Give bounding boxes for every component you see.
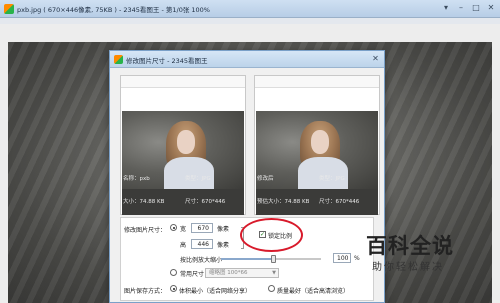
dialog-close-icon[interactable]: ✕ [370, 54, 381, 64]
dialog-titlebar[interactable]: 修改图片尺寸 - 2345看图王 ✕ [110, 51, 384, 68]
scale-label: 按比例放大缩小 [180, 257, 223, 264]
chevron-down-icon: ▼ [272, 270, 276, 276]
height-unit: 像素 [217, 242, 230, 249]
pin-icon[interactable]: ▾ [440, 3, 452, 14]
resized-label: 修改后 [257, 176, 274, 182]
width-label: 宽 [180, 226, 187, 233]
photo-face [177, 130, 195, 154]
window-controls: ▾ – □ ✕ [440, 3, 497, 14]
width-unit: 像素 [217, 226, 230, 233]
scale-slider[interactable] [221, 255, 321, 263]
save-best-radio[interactable] [268, 285, 275, 292]
height-label: 高 [180, 242, 187, 249]
viewer-titlebar: pxb.jpg ( 670×446像素, 75KB ) - 2345看图王 - … [0, 0, 500, 18]
width-input[interactable]: 670 [191, 223, 213, 233]
dialog-app-icon [114, 55, 123, 64]
highlight-ellipse [240, 218, 303, 252]
dialog-title: 修改图片尺寸 - 2345看图王 [126, 57, 208, 65]
meta-row-name: 名称：pxb 类型：JPG [123, 173, 243, 183]
maximize-icon[interactable]: □ [470, 3, 482, 14]
resized-type: 类型：JPG [319, 176, 345, 182]
common-size-value: 缩略图 100*66 [209, 270, 248, 276]
save-smallest-radio[interactable] [170, 285, 177, 292]
preview-header [121, 76, 245, 88]
minimize-icon[interactable]: – [455, 3, 467, 14]
save-smallest-label: 体积最小（适合网络分享） [179, 288, 252, 295]
meta-row-size: 大小：74.88 KB 尺寸：670*446 [123, 196, 243, 206]
custom-size-radio[interactable] [170, 224, 177, 231]
original-size: 大小：74.88 KB [123, 199, 165, 205]
height-input[interactable]: 446 [191, 239, 213, 249]
meta-row-name: 修改后 类型：JPG [257, 173, 377, 183]
common-size-select[interactable]: 缩略图 100*66 ▼ [205, 268, 279, 278]
common-size-radio[interactable] [170, 269, 177, 276]
original-dimensions: 尺寸：670*446 [185, 199, 226, 205]
viewer-title: pxb.jpg ( 670×446像素, 75KB ) - 2345看图王 - … [17, 6, 210, 14]
scale-input[interactable]: 100 [333, 253, 351, 263]
original-type: 类型：JPG [185, 176, 211, 182]
resize-dialog: 修改图片尺寸 - 2345看图王 ✕ 名称：pxb 类型：JPG 大小：74.8… [109, 50, 385, 303]
watermark-title: 百科全说 [366, 234, 454, 258]
scale-slider-fill [221, 258, 273, 260]
original-preview: 名称：pxb 类型：JPG 大小：74.88 KB 尺寸：670*446 [120, 75, 246, 215]
preview-header [255, 76, 379, 88]
resized-size: 预估大小：74.88 KB [257, 199, 310, 205]
app-logo-icon [4, 4, 14, 14]
original-name: 名称：pxb [123, 176, 150, 182]
scale-unit: % [354, 255, 360, 262]
meta-row-size: 预估大小：74.88 KB 尺寸：670*446 [257, 196, 377, 206]
photo-face [311, 130, 329, 154]
scale-slider-thumb[interactable] [271, 255, 276, 263]
save-best-label: 质量最好（适合高清浏览） [277, 288, 350, 295]
watermark-subtitle: 助你轻松解决 [372, 262, 444, 273]
resized-dimensions: 尺寸：670*446 [319, 199, 360, 205]
close-icon[interactable]: ✕ [485, 3, 497, 14]
size-label: 修改图片尺寸： [124, 227, 167, 234]
common-size-label: 常用尺寸 [180, 271, 205, 278]
resized-preview: 修改后 类型：JPG 预估大小：74.88 KB 尺寸：670*446 [254, 75, 380, 215]
save-mode-label: 图片保存方式： [124, 288, 167, 295]
